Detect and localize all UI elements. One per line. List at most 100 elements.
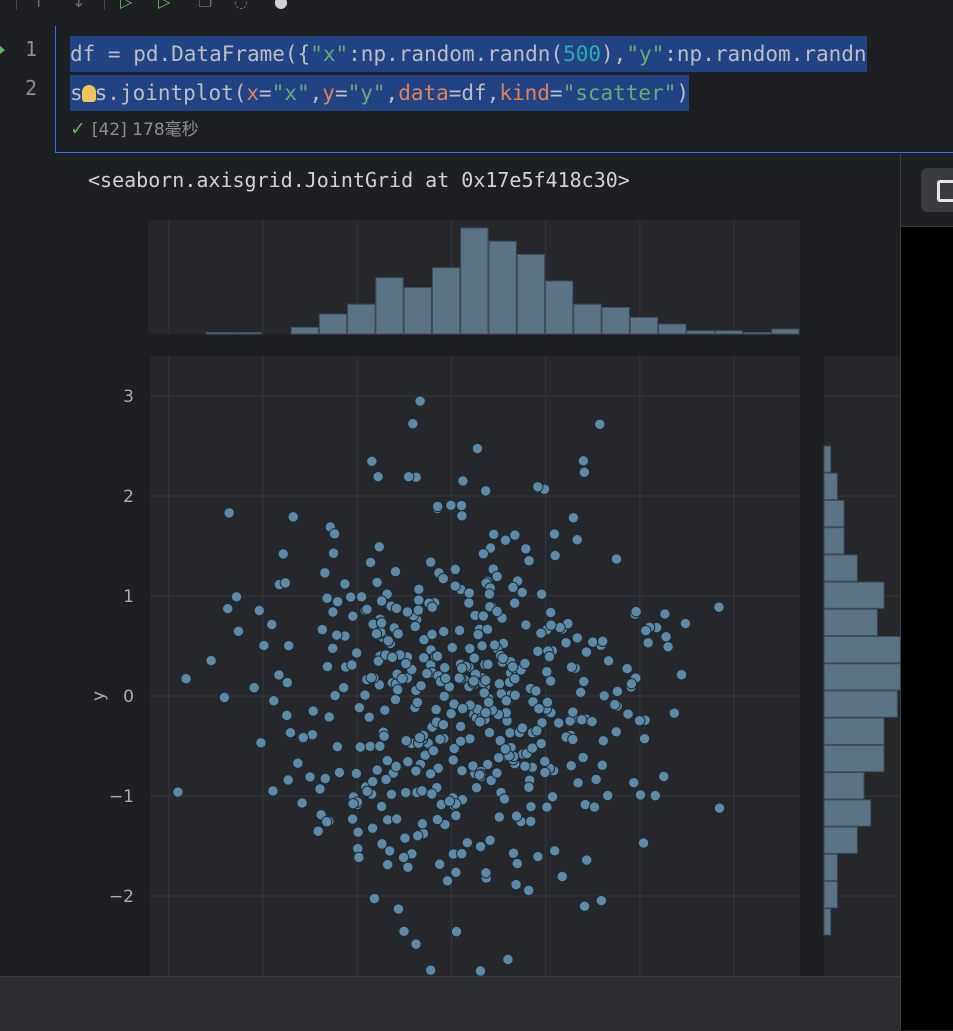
scatter-point bbox=[389, 565, 402, 578]
move-down-icon[interactable]: ↓ bbox=[72, 0, 85, 11]
scatter-point bbox=[266, 618, 278, 631]
scatter-point bbox=[549, 549, 561, 562]
scatter-point bbox=[223, 507, 235, 519]
code-token: s.jointplot( bbox=[94, 81, 247, 105]
scatter-point bbox=[172, 786, 184, 798]
scatter-point bbox=[596, 759, 609, 771]
scatter-point bbox=[205, 654, 217, 667]
scatter-point bbox=[344, 591, 357, 603]
code-line-1[interactable]: df = pd.DataFrame({"x":np.random.randn(5… bbox=[70, 36, 867, 72]
scatter-point bbox=[519, 760, 531, 772]
x-histogram-bar bbox=[234, 331, 263, 335]
scatter-point bbox=[587, 636, 599, 648]
code-token: df = pd.DataFrame({ bbox=[70, 42, 311, 66]
line-number: 1 bbox=[24, 37, 37, 61]
scatter-point bbox=[386, 651, 399, 663]
scatter-point bbox=[454, 720, 467, 733]
scatter-point bbox=[621, 662, 633, 675]
scatter-point bbox=[389, 693, 402, 706]
scatter-point bbox=[586, 715, 598, 728]
code-token: :np.random.randn bbox=[664, 42, 867, 66]
code-line-2[interactable]: s s.jointplot(x="x",y="y",data=df,kind="s… bbox=[70, 75, 690, 111]
move-up-icon[interactable]: ↑ bbox=[32, 0, 45, 11]
scatter-point bbox=[449, 563, 462, 576]
lightbulb-icon[interactable] bbox=[81, 85, 96, 102]
scatter-point bbox=[472, 628, 484, 641]
scatter-point bbox=[507, 661, 519, 673]
scatter-point bbox=[337, 681, 350, 694]
y-histogram-bar bbox=[823, 636, 900, 664]
scatter-point bbox=[571, 632, 584, 644]
code-string: "y" bbox=[347, 81, 386, 105]
scatter-point bbox=[230, 591, 243, 603]
scatter-point bbox=[434, 733, 446, 746]
code-token: :np.random.randn( bbox=[348, 42, 564, 66]
home-icon bbox=[937, 180, 953, 202]
scatter-point bbox=[509, 689, 521, 701]
scatter-point bbox=[456, 662, 468, 674]
scatter-point bbox=[523, 555, 535, 567]
github-icon[interactable]: ● bbox=[274, 0, 288, 11]
y-histogram-bar bbox=[823, 717, 885, 745]
scatter-point bbox=[492, 752, 505, 764]
code-keyword-arg: x bbox=[246, 81, 260, 105]
scatter-point bbox=[421, 667, 433, 680]
scatter-point bbox=[359, 689, 371, 701]
clear-icon[interactable]: ◌ bbox=[234, 0, 248, 11]
scatter-point bbox=[402, 861, 414, 874]
y-tick-label: 1 bbox=[123, 587, 134, 607]
scatter-point bbox=[510, 810, 523, 822]
scatter-point bbox=[609, 698, 621, 711]
output-text: <seaborn.axisgrid.JointGrid at 0x17e5f41… bbox=[88, 168, 630, 192]
toolbar-divider bbox=[16, 0, 17, 10]
x-histogram-bar bbox=[686, 330, 715, 335]
scatter-point bbox=[474, 840, 487, 853]
scatter-point bbox=[546, 790, 559, 803]
scatter-point bbox=[248, 682, 260, 694]
scatter-point bbox=[273, 669, 285, 681]
scatter-point bbox=[431, 650, 444, 662]
scatter-point bbox=[571, 534, 583, 546]
run-cell-icon[interactable]: ▷ bbox=[120, 0, 132, 11]
scatter-point bbox=[373, 541, 385, 553]
scatter-point bbox=[525, 801, 537, 813]
code-editor[interactable]: df = pd.DataFrame({"x":np.random.randn(5… bbox=[55, 26, 953, 153]
scatter-point bbox=[218, 691, 231, 704]
scatter-point bbox=[385, 788, 398, 801]
scatter-point bbox=[397, 851, 410, 864]
code-keyword-arg: kind bbox=[499, 81, 550, 105]
scatter-point bbox=[457, 475, 469, 487]
x-histogram-bar bbox=[714, 330, 743, 335]
scatter-point bbox=[425, 556, 437, 568]
scatter-point bbox=[312, 825, 324, 837]
run-all-icon[interactable]: ▷ bbox=[158, 0, 170, 11]
scatter-point bbox=[415, 680, 427, 692]
scatter-point bbox=[532, 850, 544, 863]
scatter-point bbox=[640, 625, 652, 637]
scatter-point bbox=[493, 811, 506, 823]
scatter-point bbox=[504, 727, 516, 739]
scatter-point bbox=[431, 500, 444, 513]
scatter-point bbox=[560, 637, 572, 649]
copy-icon[interactable]: ❐ bbox=[198, 0, 212, 11]
scatter-point bbox=[327, 547, 340, 559]
scatter-point bbox=[450, 925, 463, 938]
scatter-point bbox=[430, 703, 442, 716]
scatter-point bbox=[456, 510, 468, 522]
scatter-point bbox=[602, 789, 614, 802]
scatter-point bbox=[483, 588, 496, 600]
cell-output: <seaborn.axisgrid.JointGrid at 0x17e5f41… bbox=[70, 154, 900, 1030]
scatter-point bbox=[479, 485, 492, 497]
scatter-point bbox=[321, 816, 333, 828]
x-histogram-bar bbox=[403, 287, 432, 335]
check-icon: ✓ bbox=[70, 118, 86, 140]
scatter-point bbox=[399, 832, 411, 844]
scatter-point bbox=[410, 765, 422, 777]
x-histogram-bar bbox=[488, 240, 517, 335]
y-histogram-bar bbox=[823, 554, 858, 582]
code-cell[interactable]: 1 2 df = pd.DataFrame({"x":np.random.ran… bbox=[0, 26, 953, 154]
scatter-point bbox=[596, 635, 609, 648]
scatter-point bbox=[578, 900, 591, 912]
y-histogram-bar bbox=[823, 772, 865, 800]
scatter-point bbox=[510, 878, 522, 891]
